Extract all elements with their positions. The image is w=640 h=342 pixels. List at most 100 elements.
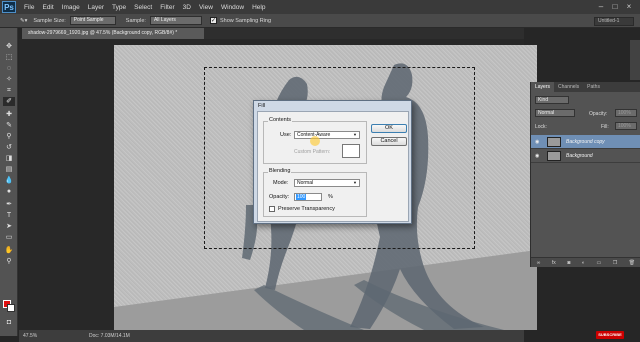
background-color-swatch[interactable] [7, 304, 15, 312]
menu-select[interactable]: Select [134, 4, 152, 11]
opacity-input[interactable]: 100 [294, 193, 322, 201]
new-group-icon[interactable]: ▭ [596, 260, 601, 266]
photoshop-logo: Ps [2, 1, 16, 13]
tab-layers[interactable]: Layers [531, 82, 555, 92]
zoom-tool-icon[interactable]: ⚲ [3, 257, 15, 266]
layers-panel: Layers Channels Paths Kind Normal Opacit… [530, 82, 640, 267]
adjustment-layer-icon[interactable]: ◐ [582, 260, 585, 266]
eyedropper-icon: ✎▾ [20, 17, 28, 24]
new-layer-icon[interactable]: ❐ [613, 260, 617, 266]
preserve-transparency-checkbox[interactable] [269, 206, 275, 212]
gradient-tool-icon[interactable]: ▤ [3, 165, 15, 174]
tab-channels[interactable]: Channels [554, 82, 583, 92]
layer-filter-select[interactable]: Kind [535, 96, 569, 104]
brush-tool-icon[interactable]: ✎ [3, 121, 15, 130]
layer-style-icon[interactable]: fx [552, 260, 556, 266]
menu-3d[interactable]: 3D [183, 4, 191, 11]
sample-select[interactable]: All Layers [149, 16, 202, 25]
menu-filter[interactable]: Filter [160, 4, 174, 11]
trash-icon[interactable]: 🗑 [629, 260, 635, 266]
opacity-label: Opacity: [269, 194, 290, 200]
lasso-tool-icon[interactable]: ◌ [3, 64, 15, 73]
stamp-tool-icon[interactable]: ⚲ [3, 132, 15, 141]
contents-label: Contents [268, 117, 293, 123]
layer-name: Background copy [566, 139, 605, 145]
close-icon[interactable]: × [624, 2, 634, 11]
status-bar: 47.5% Doc: 7.03M/14.1M [19, 330, 524, 342]
minimize-icon[interactable]: – [596, 2, 606, 11]
fill-dialog-body: Contents Use: Content-Aware ▼ Custom Pat… [257, 111, 409, 222]
show-ring-label: Show Sampling Ring [219, 17, 272, 24]
menu-view[interactable]: View [199, 4, 213, 11]
mode-label: Mode: [273, 180, 289, 186]
tab-paths[interactable]: Paths [583, 82, 604, 92]
opacity-input-value: 100 [296, 194, 307, 200]
visibility-eye-icon[interactable]: ◉ [535, 139, 539, 145]
opacity-percent: % [328, 194, 333, 200]
menu-type[interactable]: Type [112, 4, 126, 11]
menu-file[interactable]: File [24, 4, 34, 11]
menu-edit[interactable]: Edit [42, 4, 53, 11]
mouse-cursor-highlight [310, 136, 320, 146]
lock-label: Lock: [535, 124, 547, 130]
layer-thumbnail [547, 151, 561, 161]
shape-tool-icon[interactable]: ▭ [3, 233, 15, 242]
document-tab[interactable]: shadow-2979669_1920.jpg @ 47.5% (Backgro… [22, 28, 204, 39]
chevron-down-icon: ▼ [353, 180, 357, 185]
document-info: Doc: 7.03M/14.1M [89, 333, 130, 339]
menu-bar: Ps File Edit Image Layer Type Select Fil… [0, 0, 640, 14]
layers-panel-tabs: Layers Channels Paths [531, 82, 640, 92]
chevron-down-icon: ▼ [353, 132, 357, 137]
layer-thumbnail [547, 137, 561, 147]
move-tool-icon[interactable]: ✥ [3, 42, 15, 51]
ok-button[interactable]: OK [371, 124, 407, 133]
zoom-level[interactable]: 47.5% [23, 330, 37, 342]
layer-mask-icon[interactable]: ◙ [567, 260, 570, 266]
layer-opacity-field[interactable]: 100% [615, 109, 637, 117]
maximize-icon[interactable]: □ [610, 2, 620, 11]
subscribe-badge[interactable]: SUBSCRIBE [596, 331, 624, 339]
collapsed-panels-strip [630, 40, 640, 80]
marquee-tool-icon[interactable]: ⬚ [3, 53, 15, 62]
layer-name: Background [566, 153, 593, 159]
fill-label: Fill: [601, 124, 609, 130]
mode-select[interactable]: Normal ▼ [294, 179, 360, 187]
history-brush-icon[interactable]: ↺ [3, 143, 15, 152]
eraser-tool-icon[interactable]: ◨ [3, 154, 15, 163]
use-select[interactable]: Content-Aware ▼ [294, 131, 360, 139]
menu-layer[interactable]: Layer [88, 4, 104, 11]
crop-tool-icon[interactable]: ⌗ [3, 86, 15, 95]
layers-panel-footer: ∞ fx ◙ ◐ ▭ ❐ 🗑 [531, 257, 640, 267]
show-ring-checkbox[interactable]: ✓ [209, 17, 217, 24]
visibility-eye-icon[interactable]: ◉ [535, 153, 539, 159]
menu-help[interactable]: Help [252, 4, 265, 11]
menu-image[interactable]: Image [62, 4, 80, 11]
mode-select-value: Normal [297, 180, 314, 186]
sample-size-label: Sample Size: [33, 17, 66, 24]
sample-size-select[interactable]: Point Sample [69, 16, 116, 25]
quick-mask-icon[interactable]: ◘ [3, 318, 15, 327]
cancel-button[interactable]: Cancel [371, 137, 407, 146]
eyedropper-tool-icon[interactable]: ✐ [3, 97, 15, 106]
path-select-tool-icon[interactable]: ➤ [3, 222, 15, 231]
quick-select-tool-icon[interactable]: ✧ [3, 75, 15, 84]
fill-dialog: Fill Contents Use: Content-Aware ▼ Custo… [253, 100, 412, 224]
blur-tool-icon[interactable]: 💧 [3, 176, 15, 185]
layer-row-background-copy[interactable]: ◉ Background copy [531, 135, 640, 149]
blend-mode-select[interactable]: Normal [535, 109, 575, 117]
custom-pattern-swatch [342, 144, 360, 158]
hand-tool-icon[interactable]: ✋ [3, 246, 15, 255]
type-tool-icon[interactable]: T [3, 211, 15, 220]
link-layers-icon[interactable]: ∞ [537, 260, 541, 266]
use-label: Use: [280, 132, 292, 138]
healing-tool-icon[interactable]: ✚ [3, 110, 15, 119]
dodge-tool-icon[interactable]: ● [3, 187, 15, 196]
workspace-select[interactable]: Untitled-1 [594, 17, 634, 26]
layer-row-background[interactable]: ◉ Background [531, 149, 640, 163]
pen-tool-icon[interactable]: ✒ [3, 200, 15, 209]
fill-dialog-title: Fill [258, 103, 266, 109]
menu-window[interactable]: Window [221, 4, 244, 11]
toolbox: ✥ ⬚ ◌ ✧ ⌗ ✐ ✚ ✎ ⚲ ↺ ◨ ▤ 💧 ● ✒ T ➤ ▭ ✋ ⚲ … [0, 28, 18, 336]
layer-fill-field[interactable]: 100% [615, 122, 637, 130]
blending-label: Blending [268, 168, 292, 174]
